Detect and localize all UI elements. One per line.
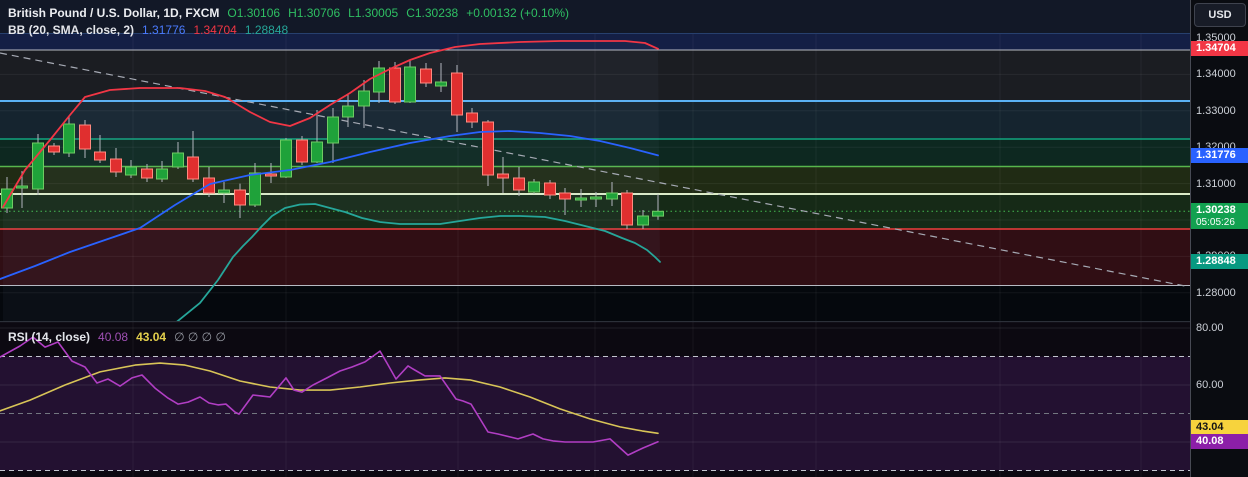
chart-canvas[interactable] [0,0,1248,477]
rsi-legend-row[interactable]: RSI (14, close) 40.08 43.04 ∅ ∅ ∅ ∅ [8,330,226,344]
bb-basis-tag: 1.31776 [1191,148,1248,163]
candle-body [451,72,463,116]
candle-body [637,215,649,226]
candle-body [528,181,540,193]
candle-body [606,192,618,200]
candle-body [311,141,323,163]
candle-body [63,123,75,154]
candle-body [125,166,137,176]
rsi-ma-tag: 43.04 [1191,420,1248,435]
candle-body [389,67,401,103]
bb-lower-value: 1.28848 [244,23,289,37]
candle-body [544,182,556,196]
symbol-legend-row[interactable]: British Pound / U.S. Dollar, 1D, FXCM O1… [8,6,569,20]
candle-body [327,116,339,144]
candle-body [234,189,246,206]
price-change: +0.00132 (+0.10%) [466,6,569,20]
ohlc-high: H1.30706 [288,6,341,20]
candle-body [94,151,106,161]
candle-body [590,196,602,200]
rsi-indicator-label: RSI (14, close) [8,330,91,344]
candle-body [497,173,509,179]
price-tick: 1.33000 [1196,105,1236,117]
candle-body [404,66,416,103]
currency-button[interactable]: USD [1194,3,1246,27]
candle-body [420,68,432,84]
candle-body [110,158,122,173]
candle-body [187,156,199,180]
candle-body [218,189,230,194]
candle-body [156,168,168,180]
trading-chart-window: British Pound / U.S. Dollar, 1D, FXCM O1… [0,0,1248,477]
candle-body [79,124,91,150]
candle-body [249,172,261,206]
bb-lower-tag: 1.28848 [1191,254,1248,269]
rsi-empty-values: ∅ ∅ ∅ ∅ [174,330,226,344]
candle-body [141,168,153,179]
candle-body [16,185,28,189]
bb-indicator-label: BB (20, SMA, close, 2) [8,23,135,37]
bb-legend-row[interactable]: BB (20, SMA, close, 2) 1.31776 1.34704 1… [8,23,288,37]
ohlc-open: O1.30106 [227,6,281,20]
ohlc-close: C1.30238 [406,6,459,20]
rsi-ma-value: 43.04 [136,330,167,344]
symbol-title: British Pound / U.S. Dollar, 1D, FXCM [8,6,220,20]
bb-upper-tag: 1.34704 [1191,41,1248,56]
bb-upper-value: 1.34704 [193,23,237,37]
candle-body [358,90,370,107]
candle-body [575,197,587,201]
candle-body [652,210,664,217]
price-tick: 1.31000 [1196,178,1236,190]
ohlc-low: L1.30005 [348,6,399,20]
rsi-value: 40.08 [98,330,129,344]
rsi-value-tag: 40.08 [1191,434,1248,449]
candle-body [296,139,308,163]
price-tick: 1.28000 [1196,287,1236,299]
candle-body [482,121,494,176]
last-price-tag: 1.30238 05:05:26 [1191,203,1248,229]
candle-body [621,192,633,226]
candle-body [265,173,277,177]
price-tick: 1.34000 [1196,68,1236,80]
candle-body [513,177,525,191]
rsi-tick: 60.00 [1196,379,1224,391]
candle-body [559,192,571,200]
candle-body [48,145,60,153]
bb-basis-value: 1.31776 [142,23,186,37]
rsi-tick: 80.00 [1196,322,1224,334]
candle-body [172,152,184,168]
candle-body [466,112,478,123]
candle-body [342,105,354,118]
candle-body [435,81,447,87]
